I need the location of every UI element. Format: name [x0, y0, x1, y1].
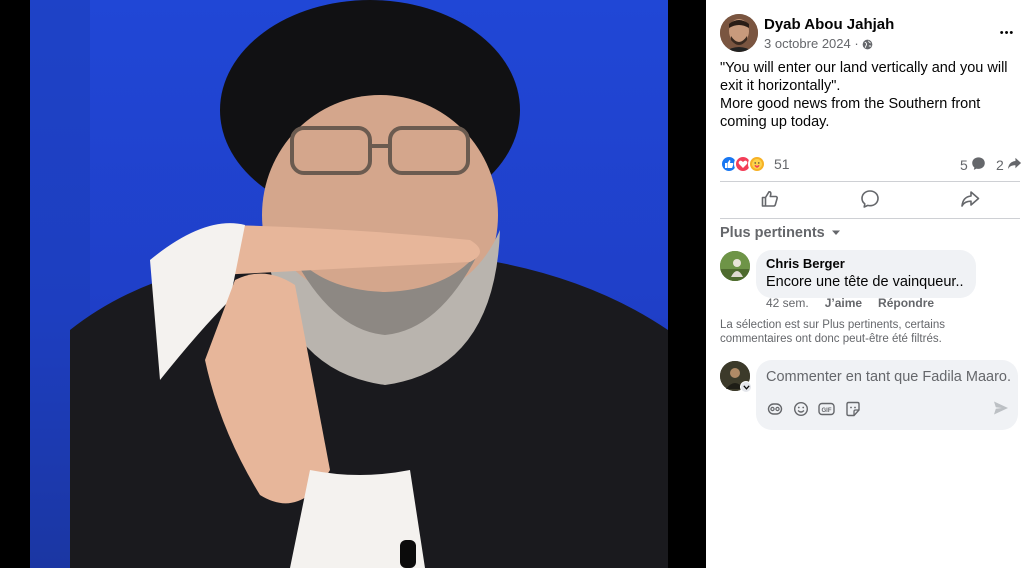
photo-viewer — [0, 0, 706, 568]
svg-text:GIF: GIF — [822, 407, 832, 413]
more-options-button[interactable]: ••• — [994, 20, 1020, 46]
post-photo[interactable] — [30, 0, 668, 568]
post-header: Dyab Abou Jahjah 3 octobre 2024 · ••• — [720, 14, 1020, 54]
comment-input[interactable] — [766, 369, 1012, 385]
thumbs-up-icon — [760, 189, 780, 214]
author-avatar[interactable] — [720, 14, 758, 52]
post-body: "You will enter our land vertically and … — [720, 60, 1008, 130]
avatar-sticker-icon[interactable] — [844, 400, 861, 417]
comment-text: Encore une tête de vainqueur.. — [766, 274, 964, 290]
more-dots-icon: ••• — [999, 27, 1015, 39]
comment-meta: 42 sem. J’aime Répondre — [766, 296, 934, 310]
filter-note: La sélection est sur Plus pertinents, ce… — [720, 319, 946, 345]
share-button[interactable] — [920, 186, 1020, 216]
share-count[interactable]: 2 — [996, 156, 1022, 174]
gif-icon[interactable]: GIF — [818, 400, 835, 417]
comment-box: GIF — [756, 360, 1018, 430]
chevron-down-icon[interactable] — [740, 381, 752, 393]
reaction-icons[interactable] — [720, 155, 766, 173]
share-count-value: 2 — [996, 157, 1004, 173]
sticker-icon[interactable] — [766, 400, 783, 417]
post-date[interactable]: 3 octobre 2024 · — [764, 36, 859, 51]
comment-count-icon — [971, 156, 986, 174]
comment-count-value: 5 — [960, 157, 968, 173]
send-icon[interactable] — [992, 399, 1010, 417]
care-reaction-icon — [748, 155, 766, 173]
post-meta: 3 octobre 2024 · — [764, 36, 873, 51]
composer-tools: GIF — [766, 400, 861, 417]
comment-filter-label: Plus pertinents — [720, 225, 825, 241]
reaction-count[interactable]: 51 — [774, 156, 790, 172]
share-count-icon — [1007, 156, 1022, 174]
comment-like-button[interactable]: J’aime — [825, 296, 862, 310]
post-text: "You will enter our land vertically and … — [720, 59, 1016, 131]
commenter-name[interactable]: Chris Berger — [766, 256, 964, 271]
comment-age[interactable]: 42 sem. — [766, 296, 809, 310]
photo-illustration — [30, 0, 668, 568]
comment-reply-button[interactable]: Répondre — [878, 296, 934, 310]
speech-bubble-icon — [860, 189, 880, 214]
post-panel: Dyab Abou Jahjah 3 octobre 2024 · ••• "Y… — [706, 0, 1024, 568]
comment-count[interactable]: 5 — [960, 156, 986, 174]
author-name[interactable]: Dyab Abou Jahjah — [764, 16, 894, 33]
divider-bottom — [720, 218, 1020, 219]
current-user-avatar[interactable] — [720, 361, 752, 393]
share-arrow-icon — [960, 189, 980, 214]
comment-button[interactable] — [820, 186, 920, 216]
comment-bubble: Chris Berger Encore une tête de vainqueu… — [756, 250, 976, 298]
post-actions — [720, 186, 1020, 216]
divider-top — [720, 181, 1020, 182]
like-button[interactable] — [720, 186, 820, 216]
author-avatar-image — [720, 14, 758, 52]
commenter-avatar[interactable] — [720, 251, 750, 281]
globe-icon — [862, 38, 873, 50]
smiley-icon[interactable] — [792, 400, 809, 417]
reactions-summary: 51 5 2 — [720, 154, 1024, 174]
commenter-avatar-image — [720, 251, 750, 281]
caret-down-icon — [831, 225, 841, 241]
comment-filter-dropdown[interactable]: Plus pertinents — [720, 225, 841, 241]
